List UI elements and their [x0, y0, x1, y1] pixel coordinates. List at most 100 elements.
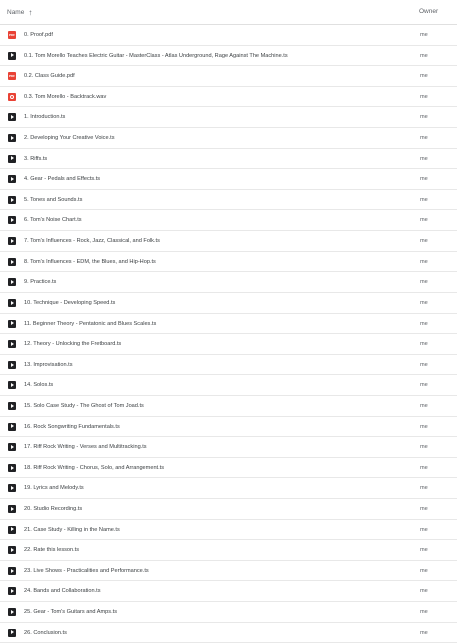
sort-ascending-icon[interactable]: ↑	[28, 8, 32, 17]
file-name[interactable]: 2. Developing Your Creative Voice.ts	[24, 135, 115, 141]
file-owner: me	[420, 73, 428, 80]
file-name[interactable]: 3. Riffs.ts	[24, 156, 47, 162]
file-row[interactable]: 24. Bands and Collaboration.ts me	[0, 581, 457, 603]
file-row[interactable]: 4. Gear - Pedals and Effects.ts me	[0, 169, 457, 190]
file-row[interactable]: 15. Solo Case Study - The Ghost of Tom J…	[0, 396, 457, 417]
file-owner: me	[420, 320, 428, 327]
file-row[interactable]: 22. Rate this lesson.ts me	[0, 540, 457, 561]
file-owner: me	[420, 279, 428, 286]
file-type-icon	[8, 72, 16, 81]
file-name[interactable]: 0.3. Tom Morello - Backtrack.wav	[24, 94, 106, 100]
file-owner: me	[420, 444, 428, 451]
file-name[interactable]: 12. Theory - Unlocking the Fretboard.ts	[24, 341, 121, 347]
file-owner: me	[420, 32, 428, 38]
file-name[interactable]: 14. Solos.ts	[24, 382, 53, 388]
file-row[interactable]: 11. Beginner Theory - Pentatonic and Blu…	[0, 314, 457, 335]
file-list: 0. Proof.pdf me 0.1. Tom Morello Teaches E…	[0, 25, 457, 643]
file-owner: me	[420, 506, 428, 513]
file-name[interactable]: 11. Beginner Theory - Pentatonic and Blu…	[24, 321, 156, 327]
file-name[interactable]: 26. Conclusion.ts	[24, 630, 67, 636]
file-name[interactable]: 15. Solo Case Study - The Ghost of Tom J…	[24, 403, 144, 409]
file-owner: me	[420, 258, 428, 265]
file-row[interactable]: 10. Technique - Developing Speed.ts me	[0, 293, 457, 314]
file-owner: me	[420, 176, 428, 183]
file-owner: me	[420, 629, 428, 636]
file-row[interactable]: 16. Rock Songwriting Fundamentals.ts me	[0, 417, 457, 438]
file-name[interactable]: 17. Riff Rock Writing - Verses and Multi…	[24, 444, 147, 450]
file-owner: me	[420, 402, 428, 409]
file-name[interactable]: 18. Riff Rock Writing - Chorus, Solo, an…	[24, 465, 164, 471]
file-row[interactable]: 3. Riffs.ts me	[0, 149, 457, 170]
file-name[interactable]: 25. Gear - Tom's Guitars and Amps.ts	[24, 609, 117, 615]
file-name[interactable]: 8. Tom's Influences - EDM, the Blues, an…	[24, 259, 156, 265]
file-type-icon	[8, 525, 16, 534]
file-owner: me	[420, 217, 428, 224]
file-row[interactable]: 25. Gear - Tom's Guitars and Amps.ts me	[0, 602, 457, 623]
file-name[interactable]: 4. Gear - Pedals and Effects.ts	[24, 176, 100, 182]
file-name[interactable]: 9. Practice.ts	[24, 279, 56, 285]
file-owner: me	[420, 464, 428, 471]
file-row[interactable]: 6. Tom's Noise Chart.ts me	[0, 210, 457, 232]
file-name[interactable]: 0.2. Class Guide.pdf	[24, 73, 75, 79]
file-row[interactable]: 18. Riff Rock Writing - Chorus, Solo, an…	[0, 458, 457, 479]
file-name[interactable]: 24. Bands and Collaboration.ts	[24, 588, 101, 594]
file-name[interactable]: 16. Rock Songwriting Fundamentals.ts	[24, 424, 120, 430]
file-name[interactable]: 22. Rate this lesson.ts	[24, 547, 79, 553]
file-name[interactable]: 5. Tones and Sounds.ts	[24, 197, 82, 203]
file-name[interactable]: 7. Tom's Influences - Rock, Jazz, Classi…	[24, 238, 160, 244]
file-name[interactable]: 23. Live Shows - Practicalities and Perf…	[24, 568, 149, 574]
file-name[interactable]: 6. Tom's Noise Chart.ts	[24, 217, 82, 223]
file-name[interactable]: 21. Case Study - Killing in the Name.ts	[24, 527, 120, 533]
file-type-icon	[8, 422, 16, 431]
file-row[interactable]: 20. Studio Recording.ts me	[0, 499, 457, 520]
file-name[interactable]: 1. Introduction.ts	[24, 114, 65, 120]
file-row[interactable]: 17. Riff Rock Writing - Verses and Multi…	[0, 437, 457, 458]
file-name[interactable]: 0. Proof.pdf	[24, 32, 53, 38]
file-type-icon	[8, 463, 16, 472]
file-row[interactable]: 9. Practice.ts me	[0, 272, 457, 293]
name-column-header[interactable]: Name ↑	[7, 8, 32, 17]
file-owner: me	[420, 361, 428, 368]
file-row[interactable]: 1. Introduction.ts me	[0, 107, 457, 129]
file-owner: me	[420, 341, 428, 348]
file-type-icon	[8, 237, 16, 246]
file-row[interactable]: 13. Improvisation.ts me	[0, 355, 457, 376]
file-row[interactable]: 12. Theory - Unlocking the Fretboard.ts m…	[0, 334, 457, 355]
file-name[interactable]: 0.1. Tom Morello Teaches Electric Guitar…	[24, 53, 288, 59]
file-name[interactable]: 13. Improvisation.ts	[24, 362, 73, 368]
file-owner: me	[420, 93, 428, 100]
file-row[interactable]: 21. Case Study - Killing in the Name.ts m…	[0, 520, 457, 541]
file-owner: me	[420, 547, 428, 554]
file-row[interactable]: 0.1. Tom Morello Teaches Electric Guitar…	[0, 46, 457, 67]
file-type-icon	[8, 31, 16, 39]
file-owner: me	[420, 567, 428, 574]
file-row[interactable]: 14. Solos.ts me	[0, 375, 457, 396]
file-type-icon	[8, 216, 16, 225]
file-row[interactable]: 8. Tom's Influences - EDM, the Blues, an…	[0, 252, 457, 273]
file-row[interactable]: 0. Proof.pdf me	[0, 25, 457, 46]
file-type-icon	[8, 381, 16, 390]
file-owner: me	[420, 526, 428, 533]
file-type-icon	[8, 566, 16, 575]
file-owner: me	[420, 114, 428, 121]
file-row[interactable]: 19. Lyrics and Melody.ts me	[0, 478, 457, 500]
file-type-icon	[8, 278, 16, 287]
file-type-icon	[8, 628, 16, 637]
file-name[interactable]: 10. Technique - Developing Speed.ts	[24, 300, 115, 306]
file-type-icon	[8, 443, 16, 452]
file-owner: me	[420, 423, 428, 430]
file-name[interactable]: 19. Lyrics and Melody.ts	[24, 485, 84, 491]
file-row[interactable]: 0.3. Tom Morello - Backtrack.wav me	[0, 87, 457, 108]
file-name[interactable]: 20. Studio Recording.ts	[24, 506, 82, 512]
file-row[interactable]: 0.2. Class Guide.pdf me	[0, 66, 457, 87]
file-row[interactable]: 7. Tom's Influences - Rock, Jazz, Classi…	[0, 231, 457, 252]
file-row[interactable]: 23. Live Shows - Practicalities and Perf…	[0, 561, 457, 582]
file-owner: me	[420, 588, 428, 595]
file-type-icon	[8, 154, 16, 163]
file-owner: me	[420, 196, 428, 203]
file-row[interactable]: 2. Developing Your Creative Voice.ts me	[0, 128, 457, 149]
file-type-icon	[8, 340, 16, 349]
owner-column-header[interactable]: Owner	[419, 8, 438, 15]
file-type-icon	[8, 113, 16, 122]
file-row[interactable]: 5. Tones and Sounds.ts me	[0, 190, 457, 211]
